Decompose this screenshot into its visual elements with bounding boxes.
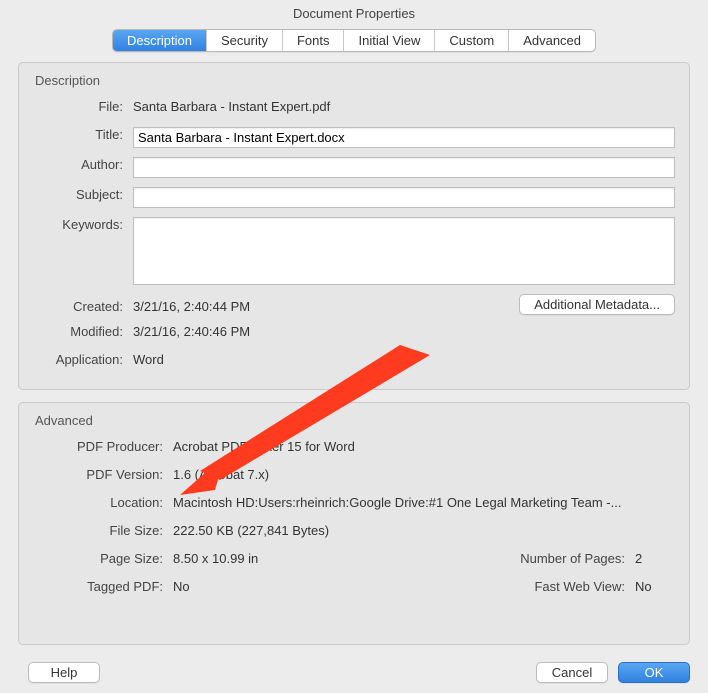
cancel-button[interactable]: Cancel bbox=[536, 662, 608, 683]
created-value: 3/21/16, 2:40:44 PM bbox=[133, 296, 383, 314]
tab-bar: Description Security Fonts Initial View … bbox=[0, 29, 708, 52]
additional-metadata-button[interactable]: Additional Metadata... bbox=[519, 294, 675, 315]
pdf-producer-label: PDF Producer: bbox=[33, 436, 173, 454]
help-button[interactable]: Help bbox=[28, 662, 100, 683]
location-value: Macintosh HD:Users:rheinrich:Google Driv… bbox=[173, 492, 675, 510]
file-size-label: File Size: bbox=[33, 520, 173, 538]
subject-input[interactable] bbox=[133, 187, 675, 208]
number-of-pages-value: 2 bbox=[635, 548, 675, 566]
application-label: Application: bbox=[33, 349, 133, 367]
pdf-producer-value: Acrobat PDFMaker 15 for Word bbox=[173, 436, 675, 454]
description-heading: Description bbox=[35, 73, 675, 88]
author-input[interactable] bbox=[133, 157, 675, 178]
tab-initial-view[interactable]: Initial View bbox=[344, 30, 435, 51]
tagged-pdf-label: Tagged PDF: bbox=[33, 576, 173, 594]
pdf-version-value: 1.6 (Acrobat 7.x) bbox=[173, 464, 675, 482]
modified-value: 3/21/16, 2:40:46 PM bbox=[133, 321, 675, 339]
modified-label: Modified: bbox=[33, 321, 133, 339]
file-value: Santa Barbara - Instant Expert.pdf bbox=[133, 96, 675, 114]
fast-web-view-label: Fast Web View: bbox=[475, 576, 635, 594]
content-panel: Description File: Santa Barbara - Instan… bbox=[18, 62, 690, 645]
tagged-pdf-value: No bbox=[173, 576, 475, 594]
advanced-heading: Advanced bbox=[35, 413, 675, 428]
tab-strip: Description Security Fonts Initial View … bbox=[112, 29, 596, 52]
fast-web-view-value: No bbox=[635, 576, 675, 594]
number-of-pages-label: Number of Pages: bbox=[475, 548, 635, 566]
location-label: Location: bbox=[33, 492, 173, 510]
description-group: Description File: Santa Barbara - Instan… bbox=[18, 62, 690, 390]
tab-description[interactable]: Description bbox=[113, 30, 207, 51]
tab-advanced[interactable]: Advanced bbox=[509, 30, 595, 51]
application-value: Word bbox=[133, 349, 675, 367]
created-label: Created: bbox=[33, 296, 133, 314]
file-size-value: 222.50 KB (227,841 Bytes) bbox=[173, 520, 675, 538]
tab-custom[interactable]: Custom bbox=[435, 30, 509, 51]
page-size-label: Page Size: bbox=[33, 548, 173, 566]
subject-label: Subject: bbox=[33, 184, 133, 202]
keywords-label: Keywords: bbox=[33, 214, 133, 232]
dialog-footer: Help Cancel OK bbox=[18, 662, 690, 683]
file-label: File: bbox=[33, 96, 133, 114]
author-label: Author: bbox=[33, 154, 133, 172]
page-size-value: 8.50 x 10.99 in bbox=[173, 548, 475, 566]
pdf-version-label: PDF Version: bbox=[33, 464, 173, 482]
window-title: Document Properties bbox=[0, 0, 708, 29]
keywords-input[interactable] bbox=[133, 217, 675, 285]
tab-security[interactable]: Security bbox=[207, 30, 283, 51]
tab-fonts[interactable]: Fonts bbox=[283, 30, 345, 51]
title-input[interactable] bbox=[133, 127, 675, 148]
advanced-group: Advanced PDF Producer: Acrobat PDFMaker … bbox=[18, 402, 690, 645]
title-label: Title: bbox=[33, 124, 133, 142]
ok-button[interactable]: OK bbox=[618, 662, 690, 683]
